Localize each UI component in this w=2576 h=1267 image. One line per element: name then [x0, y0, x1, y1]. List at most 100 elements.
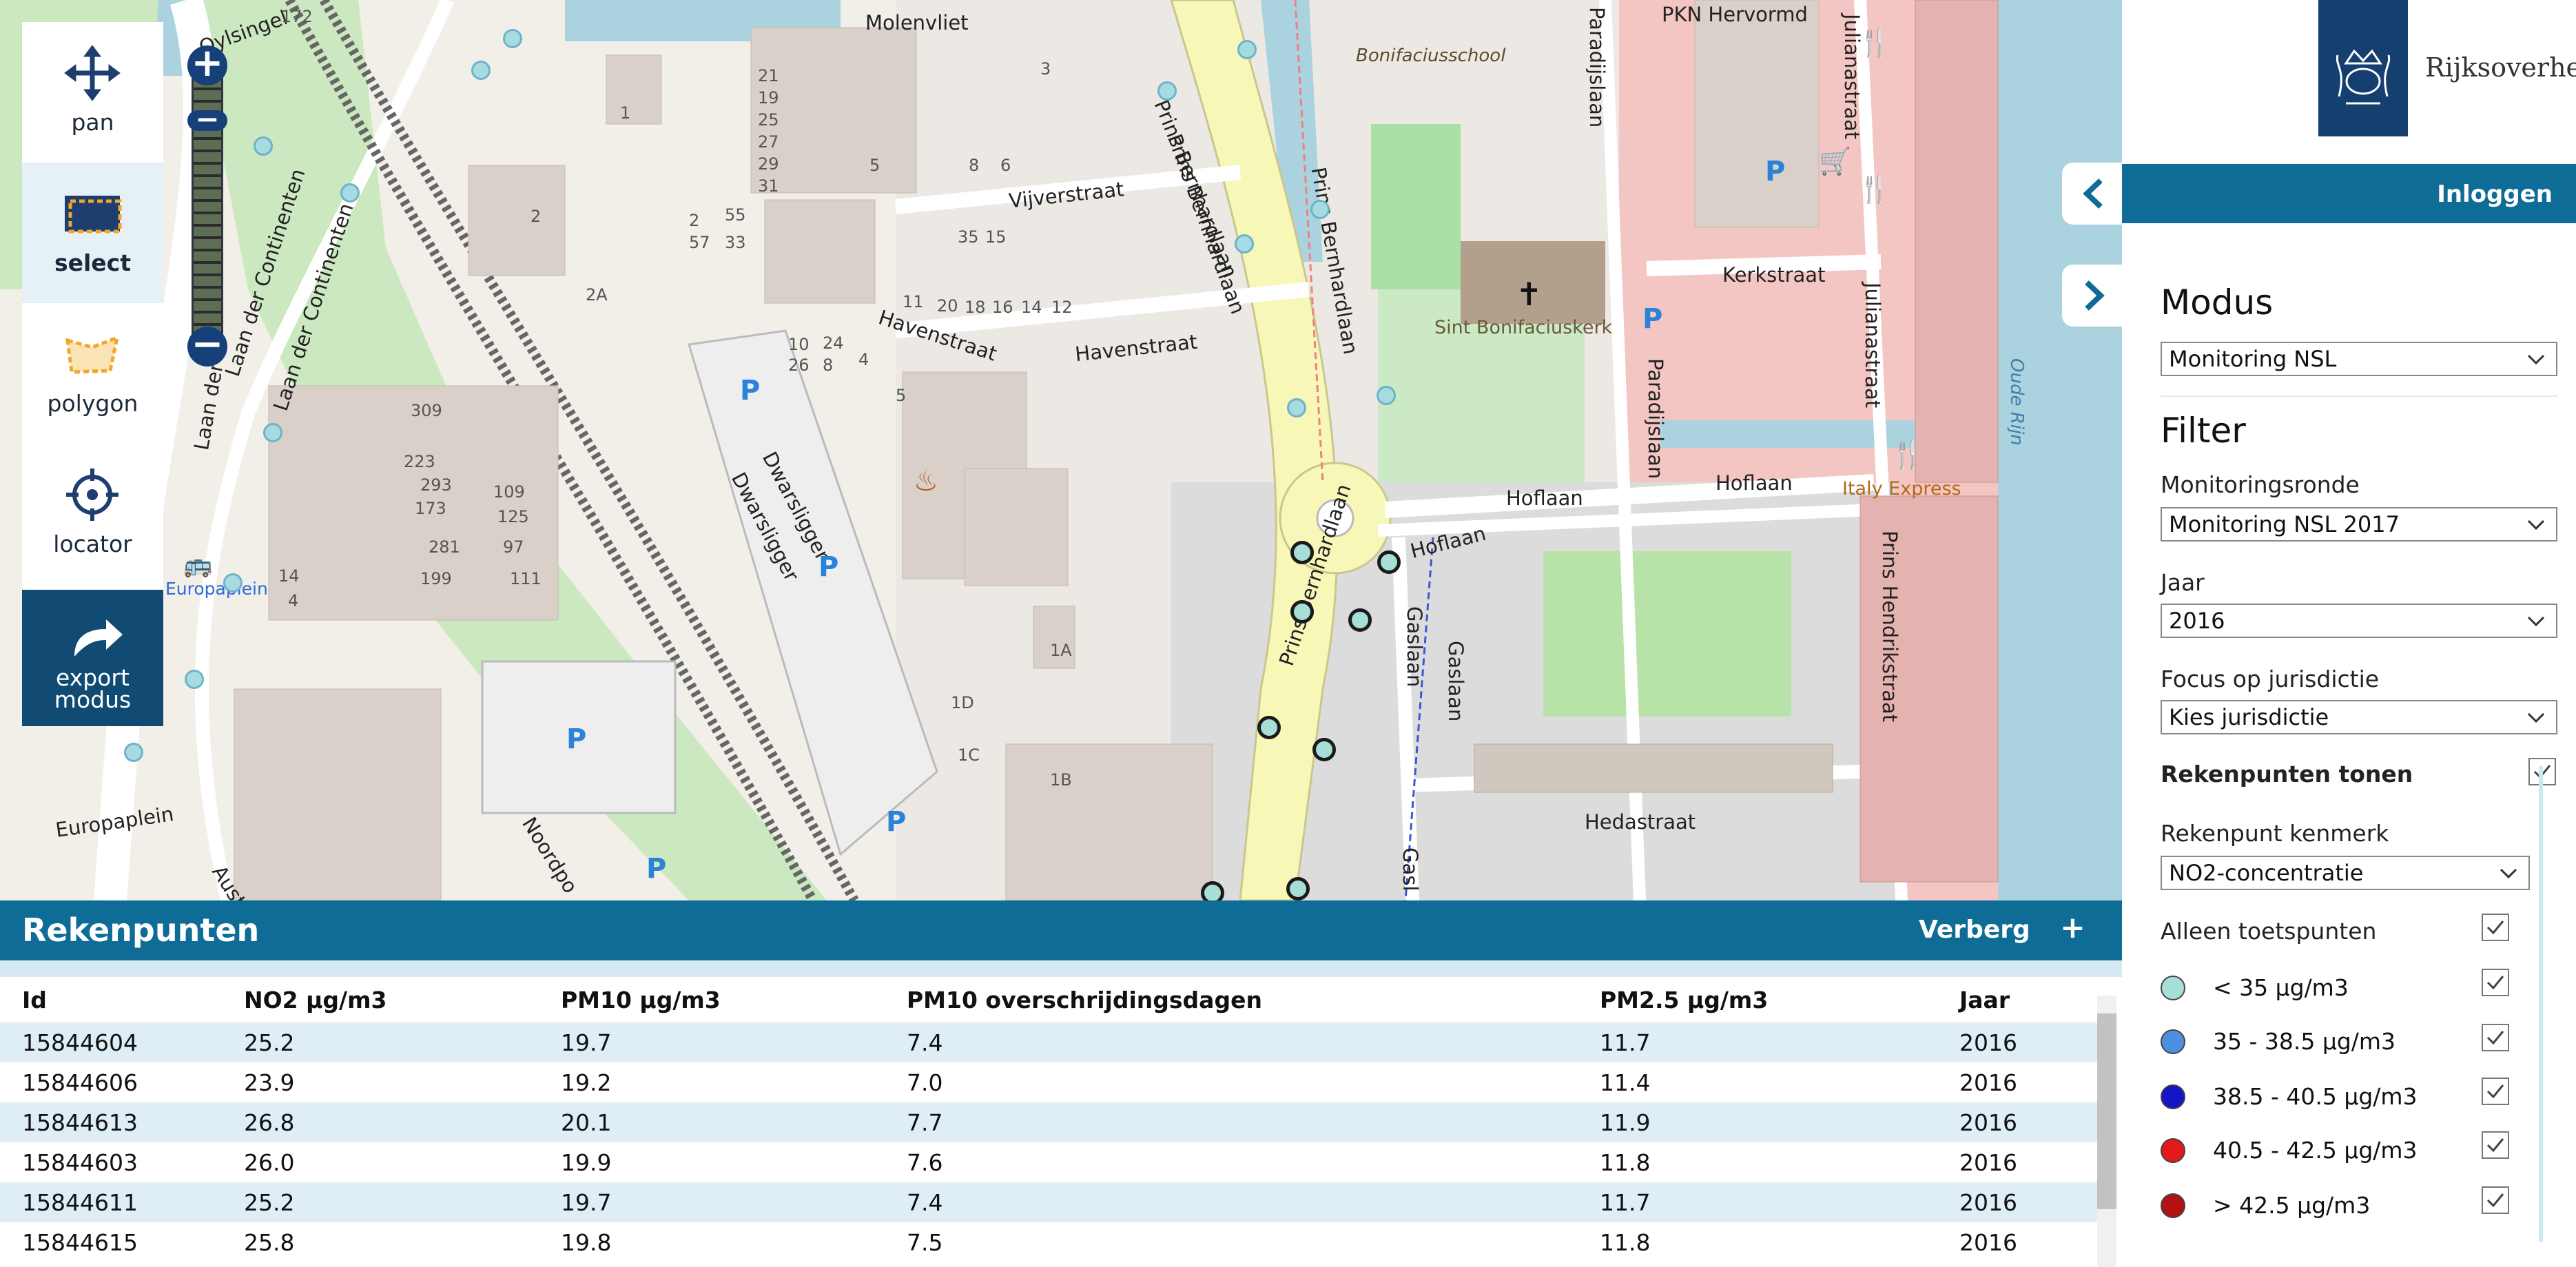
rekenpunt-marker[interactable] [1312, 738, 1336, 761]
zoom-out-button[interactable]: − [187, 325, 227, 367]
water-label: Oude Rijn [2006, 358, 2027, 446]
table-cell: 15844611 [0, 1182, 222, 1222]
map-point-marker[interactable] [503, 29, 522, 48]
login-button[interactable]: Inloggen [2437, 181, 2553, 208]
column-header[interactable]: PM10 overschrijdingsdagen [885, 977, 1578, 1022]
table-cell: 7.4 [885, 1182, 1578, 1222]
map-point-marker[interactable] [1310, 200, 1330, 219]
export-modus-button[interactable]: export modus [22, 590, 163, 726]
map-point-marker[interactable] [263, 423, 282, 442]
select-tool-button[interactable]: select [22, 163, 163, 303]
table-row[interactable]: 15844606 23.9 19.2 7.0 11.4 2016 [0, 1062, 2097, 1102]
map-point-marker[interactable] [1287, 398, 1306, 418]
house-number: 14 [1021, 298, 1042, 317]
chevron-down-icon [2527, 616, 2545, 627]
house-number: 1 [620, 103, 631, 123]
panel-expand-button[interactable] [2062, 265, 2123, 327]
legend-label: 38.5 - 40.5 µg/m3 [2213, 1083, 2418, 1110]
house-number: 1D [951, 693, 974, 712]
table-cell: 15844606 [22, 1069, 138, 1096]
legend-checkbox[interactable] [2482, 1078, 2509, 1105]
column-header[interactable]: PM10 µg/m3 [539, 977, 885, 1022]
rekenpunt-kenmerk-label: Rekenpunt kenmerk [2161, 820, 2389, 847]
focus-jurisdictie-select[interactable]: Kies jurisdictie [2161, 700, 2557, 734]
legend-swatch [2161, 976, 2185, 1000]
house-number: 12 [1051, 298, 1073, 317]
modus-select[interactable]: Monitoring NSL [2161, 342, 2557, 376]
map-canvas[interactable]: Oylsingel Molenvliet Vijverstraat Havens… [0, 0, 2122, 900]
chevron-down-icon [2527, 519, 2545, 531]
house-number: 172 [281, 7, 313, 26]
column-header[interactable]: Id [0, 977, 222, 1022]
rekenpunt-marker[interactable] [1290, 600, 1314, 624]
locator-tool-button[interactable]: locator [22, 444, 163, 584]
house-number: 11 [903, 292, 924, 311]
hide-table-button[interactable]: Verberg [1919, 916, 2030, 944]
map-point-marker[interactable] [1377, 386, 1396, 405]
legend-swatch [2161, 1138, 2185, 1163]
table-cell: 7.0 [907, 1069, 943, 1096]
street-label: Julianastraat [1861, 282, 1884, 409]
table-row[interactable]: 15844615 25.8 19.8 7.5 11.8 2016 [0, 1222, 2097, 1262]
map-point-marker[interactable] [340, 183, 360, 203]
rekenpunt-marker[interactable] [1257, 716, 1281, 739]
table-cell: 7.5 [907, 1228, 943, 1256]
poi-label: Bonifaciusschool [1356, 45, 1506, 66]
house-number: 8 [969, 156, 980, 175]
house-number: 5 [896, 386, 907, 405]
legend-checkbox[interactable] [2482, 1024, 2509, 1051]
house-number: 10 [788, 335, 810, 354]
map-point-marker[interactable] [223, 573, 243, 593]
street-label: Kerkstraat [1722, 263, 1826, 287]
expand-table-button[interactable]: + [2060, 910, 2085, 945]
legend-checkbox[interactable] [2482, 1131, 2509, 1159]
house-number: 35 [958, 227, 979, 247]
alleen-toetspunten-label: Alleen toetspunten [2161, 918, 2377, 945]
checkmark-icon [2486, 1031, 2504, 1045]
rekenpunt-kenmerk-select[interactable]: NO2-concentratie [2161, 856, 2530, 890]
table-cell: 25.2 [222, 1022, 539, 1062]
table-row[interactable]: 15844604 25.2 19.7 7.4 11.7 2016 [0, 1022, 2097, 1062]
column-header[interactable]: NO2 µg/m3 [222, 977, 539, 1022]
map-point-marker[interactable] [124, 743, 143, 762]
rekenpunt-marker[interactable] [1377, 550, 1401, 574]
house-number: 4 [858, 350, 869, 369]
legend-checkbox[interactable] [2482, 1186, 2509, 1214]
legend-checkbox[interactable] [2482, 969, 2509, 996]
table-cell: 11.4 [1600, 1069, 1651, 1096]
table-row[interactable]: 15844611 25.2 19.7 7.4 11.7 2016 [0, 1182, 2097, 1222]
house-number: 25 [758, 110, 779, 130]
pan-tool-button[interactable]: pan [22, 22, 163, 163]
jaar-select[interactable]: 2016 [2161, 604, 2557, 638]
map-point-marker[interactable] [185, 670, 204, 689]
table-cell: 25.2 [222, 1182, 539, 1222]
zoom-slider-handle[interactable]: − [187, 105, 227, 134]
rekenpunt-marker[interactable] [1201, 881, 1224, 900]
table-cell: 19.8 [561, 1228, 612, 1256]
map-point-marker[interactable] [254, 136, 273, 156]
monitoringsronde-select[interactable]: Monitoring NSL 2017 [2161, 507, 2557, 542]
legend-swatch [2161, 1193, 2185, 1218]
table-row[interactable]: 15844613 26.8 20.1 7.7 11.9 2016 [0, 1102, 2097, 1142]
map-point-marker[interactable] [1237, 40, 1257, 59]
column-header[interactable]: Jaar [1937, 977, 2097, 1022]
rekenpunt-marker[interactable] [1290, 541, 1314, 564]
table-cell: 2016 [1937, 1182, 2097, 1222]
rekenpunt-marker[interactable] [1286, 877, 1310, 900]
table-cell: 23.9 [244, 1069, 295, 1096]
table-scrollbar[interactable] [2097, 996, 2116, 1267]
rekenpunten-table: Id NO2 µg/m3 PM10 µg/m3 PM10 overschrijd… [0, 977, 2097, 1262]
parking-icon: P [818, 551, 839, 583]
alleen-toetspunten-checkbox[interactable] [2482, 914, 2509, 941]
column-header[interactable]: PM2.5 µg/m3 [1578, 977, 1937, 1022]
polygon-tool-button[interactable]: polygon [22, 303, 163, 444]
map-point-marker[interactable] [1157, 81, 1177, 101]
parking-icon: P [1765, 156, 1786, 187]
map-point-marker[interactable] [471, 61, 491, 80]
scrollbar-thumb[interactable] [2097, 1013, 2116, 1209]
map-point-marker[interactable] [1235, 234, 1254, 254]
table-row[interactable]: 15844603 26.0 19.9 7.6 11.8 2016 [0, 1142, 2097, 1182]
panel-collapse-button[interactable] [2062, 163, 2123, 225]
zoom-in-button[interactable]: + [187, 44, 227, 85]
rekenpunt-marker[interactable] [1348, 608, 1372, 632]
